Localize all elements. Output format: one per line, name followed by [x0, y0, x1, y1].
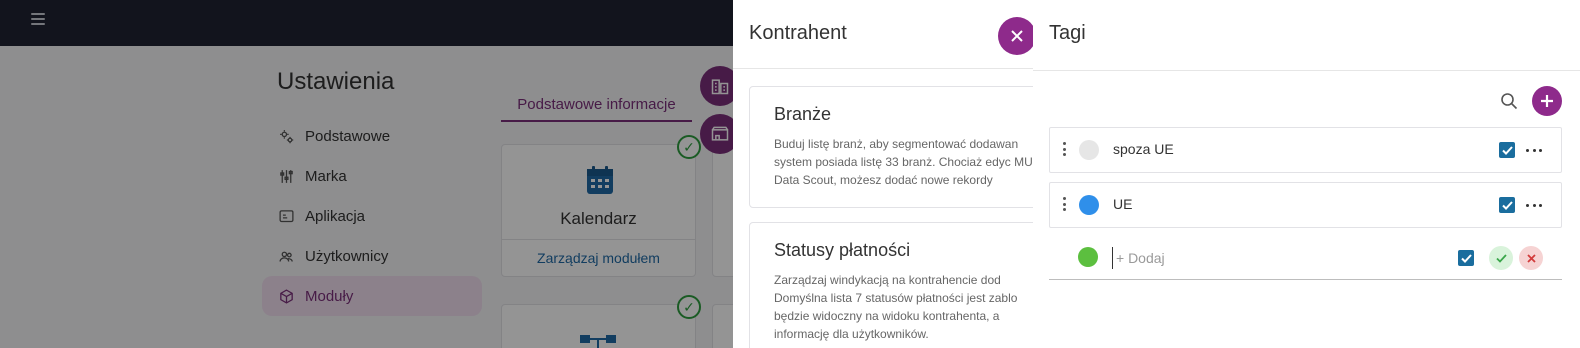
- drag-handle-icon[interactable]: [1062, 142, 1066, 156]
- close-icon: [1011, 30, 1023, 42]
- drawer-title: Tagi: [1049, 22, 1086, 44]
- header-divider: [1033, 70, 1580, 71]
- tag-row: UE: [1049, 182, 1562, 228]
- more-options-icon[interactable]: [1526, 197, 1542, 213]
- kontrahent-drawer: Kontrahent Branże Buduj listę branż, aby…: [733, 0, 1033, 348]
- tag-checkbox[interactable]: [1499, 142, 1515, 158]
- confirm-button[interactable]: [1489, 246, 1513, 270]
- tag-checkbox[interactable]: [1499, 197, 1515, 213]
- tag-color-swatch[interactable]: [1079, 140, 1099, 160]
- new-tag-input[interactable]: [1112, 247, 1412, 269]
- tag-color-swatch[interactable]: [1079, 195, 1099, 215]
- checkmark-icon: [1501, 200, 1513, 210]
- section-description: Buduj listę branż, aby segmentować dodaw…: [774, 137, 1033, 187]
- tag-row: spoza UE: [1049, 127, 1562, 173]
- section-statusy-platnosci[interactable]: Statusy płatności Zarządzaj windykacją n…: [749, 222, 1033, 348]
- close-button[interactable]: [998, 17, 1036, 55]
- more-options-icon[interactable]: [1526, 142, 1542, 158]
- new-tag-checkbox[interactable]: [1458, 250, 1474, 266]
- tag-label: spoza UE: [1113, 141, 1174, 157]
- tag-label: UE: [1113, 196, 1133, 212]
- close-icon: [1526, 253, 1536, 263]
- tags-drawer: Tagi spoza UE UE: [1033, 0, 1580, 348]
- drawer-title: Kontrahent: [749, 22, 847, 44]
- add-tag-button[interactable]: [1532, 86, 1562, 116]
- section-title: Branże: [774, 104, 832, 124]
- check-icon: [1495, 253, 1507, 263]
- header-divider: [733, 68, 1033, 69]
- section-description: Zarządzaj windykacją na kontrahencie dod…: [774, 273, 1018, 341]
- plus-icon: [1541, 95, 1553, 107]
- search-icon[interactable]: [1500, 92, 1518, 110]
- new-tag-color-swatch[interactable]: [1078, 247, 1098, 267]
- new-tag-row: [1049, 236, 1562, 280]
- checkmark-icon: [1460, 253, 1472, 263]
- section-branze[interactable]: Branże Buduj listę branż, aby segmentowa…: [749, 86, 1033, 208]
- drag-handle-icon[interactable]: [1062, 197, 1066, 211]
- section-title: Statusy płatności: [774, 240, 911, 260]
- cancel-button[interactable]: [1519, 246, 1543, 270]
- checkmark-icon: [1501, 145, 1513, 155]
